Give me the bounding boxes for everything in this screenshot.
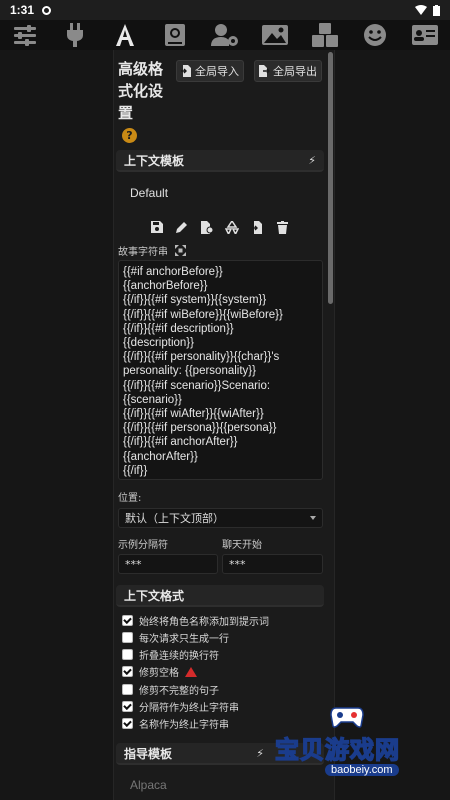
option-label: 每次请求只生成一行: [139, 634, 229, 645]
chat-start-input[interactable]: ***: [222, 554, 323, 574]
sliders-icon[interactable]: [10, 21, 40, 49]
panel-title: 高级格式化设置: [118, 60, 164, 122]
recycle-icon[interactable]: [225, 220, 239, 234]
global-import-label: 全局导入: [195, 65, 239, 78]
option-label: 修剪不完整的句子: [139, 686, 219, 697]
save-icon[interactable]: [150, 220, 164, 234]
example-separator-input[interactable]: ***: [118, 554, 218, 574]
smile-icon[interactable]: [360, 21, 390, 49]
story-string-label: 故事字符串: [118, 243, 187, 259]
watermark-url: baobeiy.com: [325, 764, 399, 776]
checkbox[interactable]: [122, 666, 133, 677]
context-preset-select[interactable]: Default: [130, 186, 168, 200]
option-trim-incomplete[interactable]: 修剪不完整的句子: [122, 682, 219, 697]
image-icon[interactable]: [260, 21, 290, 49]
option-single-line[interactable]: 每次请求只生成一行: [122, 630, 229, 645]
warning-icon: [185, 666, 197, 677]
story-string-label-text: 故事字符串: [118, 247, 168, 258]
option-separator-stop-string[interactable]: 分隔符作为终止字符串: [122, 699, 239, 714]
trash-icon[interactable]: [275, 220, 289, 234]
checkbox[interactable]: [122, 684, 133, 695]
status-time: 1:31: [10, 3, 35, 17]
option-always-add-char-name[interactable]: 始终将角色名称添加到提示词: [122, 613, 269, 628]
chat-start-label: 聊天开始: [222, 540, 262, 551]
checkbox[interactable]: [122, 615, 133, 626]
option-names-stop-string[interactable]: 名称作为终止字符串: [122, 716, 229, 731]
option-label: 折叠连续的换行符: [139, 651, 219, 662]
chevron-down-icon: [310, 516, 316, 520]
option-trim-spaces[interactable]: 修剪空格: [122, 664, 197, 679]
bolt-icon[interactable]: ⚡: [256, 747, 264, 760]
notification-icon: [42, 5, 52, 15]
instruct-preset-select[interactable]: Alpaca: [130, 778, 167, 792]
option-label: 名称作为终止字符串: [139, 720, 229, 731]
story-string-textarea[interactable]: {{#if anchorBefore}} {{anchorBefore}} {{…: [118, 260, 323, 480]
book-globe-icon[interactable]: [160, 21, 190, 49]
pencil-icon[interactable]: [175, 220, 189, 234]
advanced-formatting-panel: 高级格式化设置 全局导入 全局导出 ? 上下文模板 ⚡ Default 故事字符…: [113, 50, 335, 800]
font-a-icon[interactable]: [110, 21, 140, 49]
user-gear-icon[interactable]: [210, 21, 240, 49]
status-icons: [415, 4, 440, 16]
option-label: 修剪空格: [139, 668, 179, 679]
preset-actions: [150, 220, 289, 234]
context-template-header[interactable]: 上下文模板 ⚡: [116, 150, 324, 172]
global-export-label: 全局导出: [273, 65, 317, 78]
wifi-icon: [415, 5, 427, 15]
help-icon[interactable]: ?: [122, 128, 137, 143]
checkbox[interactable]: [122, 718, 133, 729]
battery-icon: [433, 4, 440, 16]
global-export-button[interactable]: 全局导出: [254, 60, 322, 82]
file-export-icon: [259, 65, 270, 77]
file-import-icon: [181, 65, 191, 77]
option-label: 分隔符作为终止字符串: [139, 703, 239, 714]
status-bar: 1:31: [0, 0, 450, 20]
context-template-title: 上下文模板: [124, 153, 185, 168]
instruct-template-title: 指导模板: [124, 746, 173, 761]
context-formatting-header[interactable]: 上下文格式: [116, 585, 324, 607]
example-separator-label: 示例分隔符: [118, 540, 168, 551]
global-import-button[interactable]: 全局导入: [176, 60, 244, 82]
top-toolbar: [0, 20, 450, 50]
context-formatting-title: 上下文格式: [124, 588, 185, 603]
bolt-icon[interactable]: ⚡: [308, 154, 316, 167]
position-label: 位置:: [118, 493, 142, 504]
position-select-value: 默认（上下文顶部）: [125, 512, 224, 525]
scrollbar[interactable]: [328, 52, 333, 304]
option-label: 始终将角色名称添加到提示词: [139, 617, 269, 628]
id-card-icon[interactable]: [410, 21, 440, 49]
maximize-icon[interactable]: [175, 245, 187, 259]
plug-icon[interactable]: [60, 21, 90, 49]
option-collapse-newlines[interactable]: 折叠连续的换行符: [122, 647, 219, 662]
checkbox[interactable]: [122, 701, 133, 712]
gamepad-logo-icon: [330, 707, 364, 728]
cubes-icon[interactable]: [310, 21, 340, 49]
position-select[interactable]: 默认（上下文顶部）: [118, 508, 323, 528]
watermark-logo: 宝贝游戏网: [274, 735, 400, 765]
file-import-icon[interactable]: [250, 220, 264, 234]
file-plus-icon[interactable]: [200, 220, 214, 234]
checkbox[interactable]: [122, 632, 133, 643]
checkbox[interactable]: [122, 649, 133, 660]
